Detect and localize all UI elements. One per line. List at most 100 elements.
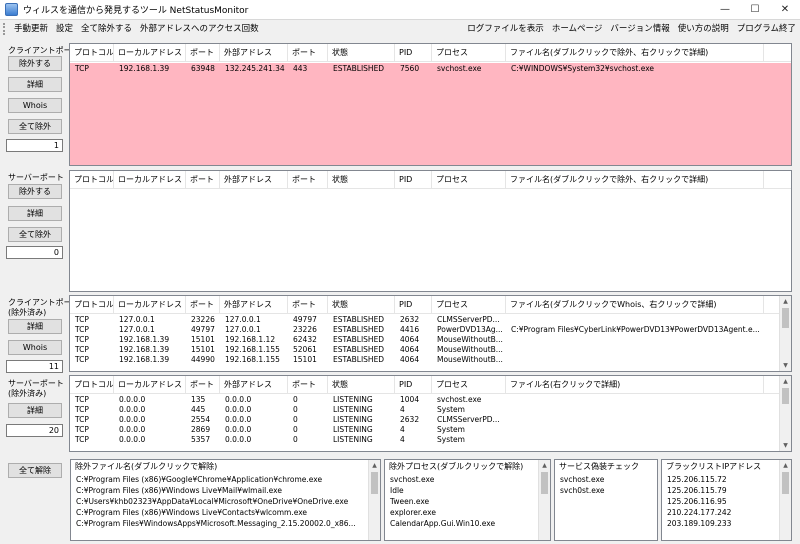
excluded-processes-scrollbar[interactable]: ▲ bbox=[538, 460, 550, 540]
col-filename[interactable]: ファイル名(ダブルクリックでWhois、右クリックで詳細) bbox=[506, 296, 764, 313]
table-row[interactable]: TCP 0.0.0.0 5357 0.0.0.0 0 LISTENING 4 System bbox=[70, 435, 791, 445]
list-item[interactable]: Idle bbox=[385, 485, 550, 496]
menu-manual-refresh[interactable]: 手動更新 bbox=[10, 21, 52, 37]
list-item[interactable]: 125.206.116.95 bbox=[662, 496, 791, 507]
scroll-thumb[interactable] bbox=[782, 388, 789, 404]
list-item[interactable]: C:¥Program Files (x86)¥Windows Live¥Cont… bbox=[71, 507, 380, 518]
scroll-down-icon[interactable]: ▼ bbox=[780, 440, 791, 451]
excluded-files-list[interactable]: 除外ファイル名(ダブルクリックで解除) C:¥Program Files (x8… bbox=[70, 459, 381, 541]
scroll-up-icon[interactable]: ▲ bbox=[780, 460, 791, 471]
col-pid[interactable]: PID bbox=[395, 171, 432, 188]
col-process[interactable]: プロセス bbox=[432, 44, 506, 61]
col-process[interactable]: プロセス bbox=[432, 296, 506, 313]
scroll-up-icon[interactable]: ▲ bbox=[780, 296, 791, 307]
list-item[interactable]: svch0st.exe bbox=[555, 485, 657, 496]
table-row[interactable]: TCP 192.168.1.39 15101 192.168.1.12 62432 EST… bbox=[70, 335, 791, 345]
list-item[interactable]: explorer.exe bbox=[385, 507, 550, 518]
server-excluded-detail-button[interactable]: 詳細 bbox=[8, 403, 62, 418]
col-state[interactable]: 状態 bbox=[328, 296, 395, 313]
col-state[interactable]: 状態 bbox=[328, 44, 395, 61]
col-local-address[interactable]: ローカルアドレス bbox=[114, 44, 186, 61]
server-exclude-button[interactable]: 除外する bbox=[8, 184, 62, 199]
col-local-port[interactable]: ポート bbox=[186, 44, 220, 61]
list-item[interactable]: CalendarApp.Gui.Win10.exe bbox=[385, 518, 550, 529]
list-item[interactable]: 125.206.115.72 bbox=[662, 474, 791, 485]
col-filename[interactable]: ファイル名(ダブルクリックで除外、右クリックで詳細) bbox=[506, 44, 764, 61]
client-whois-button[interactable]: Whois bbox=[8, 98, 62, 113]
col-filename[interactable]: ファイル名(ダブルクリックで除外、右クリックで詳細) bbox=[506, 171, 764, 188]
client-port-table[interactable]: プロトコル ローカルアドレス ポート 外部アドレス ポート 状態 PID プロセ… bbox=[69, 43, 792, 166]
scroll-up-icon[interactable]: ▲ bbox=[369, 460, 380, 471]
table-row[interactable]: TCP 192.168.1.39 44990 192.168.1.155 15101 ES… bbox=[70, 355, 791, 365]
minimize-button[interactable]: — bbox=[710, 0, 740, 20]
server-excluded-count-field[interactable]: 20 bbox=[6, 424, 63, 437]
col-filename[interactable]: ファイル名(右クリックで詳細) bbox=[506, 376, 764, 393]
col-state[interactable]: 状態 bbox=[328, 171, 395, 188]
list-item[interactable]: C:¥Users¥khb02323¥AppData¥Local¥Microsof… bbox=[71, 496, 380, 507]
client-count-field[interactable]: 1 bbox=[6, 139, 63, 152]
list-item[interactable]: 203.189.109.233 bbox=[662, 518, 791, 529]
col-local-port[interactable]: ポート bbox=[186, 376, 220, 393]
scroll-thumb[interactable] bbox=[782, 308, 789, 328]
menu-homepage[interactable]: ホームページ bbox=[548, 21, 607, 37]
excluded-files-scrollbar[interactable]: ▲ bbox=[368, 460, 380, 540]
scroll-down-icon[interactable]: ▼ bbox=[780, 360, 791, 371]
table-row[interactable]: TCP 0.0.0.0 2869 0.0.0.0 0 LISTENING 4 System bbox=[70, 425, 791, 435]
table-row[interactable]: TCP 0.0.0.0 2554 0.0.0.0 0 LISTENING 2632 CLMSS… bbox=[70, 415, 791, 425]
col-local-port[interactable]: ポート bbox=[186, 171, 220, 188]
excluded-processes-list[interactable]: 除外プロセス(ダブルクリックで解除) svchost.exe Idle Tween.… bbox=[384, 459, 551, 541]
blacklist-list[interactable]: ブラックリストIPアドレス 125.206.115.72 125.206.115.… bbox=[661, 459, 792, 541]
menu-exclude-all[interactable]: 全て除外する bbox=[77, 21, 136, 37]
list-item[interactable]: svchost.exe bbox=[385, 474, 550, 485]
server-port-table[interactable]: プロトコル ローカルアドレス ポート 外部アドレス ポート 状態 PID プロセ… bbox=[69, 170, 792, 292]
menu-settings[interactable]: 設定 bbox=[52, 21, 77, 37]
server-excluded-table[interactable]: プロトコル ローカルアドレス ポート 外部アドレス ポート 状態 PID プロセ… bbox=[69, 375, 792, 452]
maximize-button[interactable]: ☐ bbox=[740, 0, 770, 20]
col-remote-address[interactable]: 外部アドレス bbox=[220, 376, 288, 393]
client-exclude-button[interactable]: 除外する bbox=[8, 56, 62, 71]
col-remote-address[interactable]: 外部アドレス bbox=[220, 171, 288, 188]
col-remote-address[interactable]: 外部アドレス bbox=[220, 296, 288, 313]
server-exclude-all-button[interactable]: 全て除外 bbox=[8, 227, 62, 242]
scroll-thumb[interactable] bbox=[541, 472, 548, 494]
client-excluded-table[interactable]: プロトコル ローカルアドレス ポート 外部アドレス ポート 状態 PID プロセ… bbox=[69, 295, 792, 372]
col-protocol[interactable]: プロトコル bbox=[70, 296, 114, 313]
table-row[interactable]: TCP 127.0.0.1 23226 127.0.0.1 49797 ESTABLISH… bbox=[70, 315, 791, 325]
server-detail-button[interactable]: 詳細 bbox=[8, 206, 62, 221]
scroll-up-icon[interactable]: ▲ bbox=[780, 376, 791, 387]
client-excluded-detail-button[interactable]: 詳細 bbox=[8, 319, 62, 334]
col-protocol[interactable]: プロトコル bbox=[70, 171, 114, 188]
client-excluded-scrollbar[interactable]: ▲ ▼ bbox=[779, 296, 791, 371]
col-remote-address[interactable]: 外部アドレス bbox=[220, 44, 288, 61]
col-local-address[interactable]: ローカルアドレス bbox=[114, 376, 186, 393]
col-local-port[interactable]: ポート bbox=[186, 296, 220, 313]
service-check-list[interactable]: サービス偽装チェック svchost.exe svch0st.exe bbox=[554, 459, 658, 541]
menu-exit[interactable]: プログラム終了 bbox=[733, 21, 800, 37]
col-remote-port[interactable]: ポート bbox=[288, 44, 328, 61]
clear-all-button[interactable]: 全て解除 bbox=[8, 463, 62, 478]
col-pid[interactable]: PID bbox=[395, 376, 432, 393]
col-pid[interactable]: PID bbox=[395, 296, 432, 313]
col-remote-port[interactable]: ポート bbox=[288, 376, 328, 393]
list-item[interactable]: 125.206.115.79 bbox=[662, 485, 791, 496]
client-excluded-count-field[interactable]: 11 bbox=[6, 360, 63, 373]
list-item[interactable]: Tween.exe bbox=[385, 496, 550, 507]
scroll-thumb[interactable] bbox=[371, 472, 378, 494]
server-count-field[interactable]: 0 bbox=[6, 246, 63, 259]
table-row[interactable]: TCP 127.0.0.1 49797 127.0.0.1 23226 ESTABLISH… bbox=[70, 325, 791, 335]
scroll-up-icon[interactable]: ▲ bbox=[539, 460, 550, 471]
list-item[interactable]: C:¥Program Files¥WindowsApps¥Microsoft.M… bbox=[71, 518, 380, 529]
client-excluded-whois-button[interactable]: Whois bbox=[8, 340, 62, 355]
col-process[interactable]: プロセス bbox=[432, 376, 506, 393]
table-row[interactable]: TCP 0.0.0.0 445 0.0.0.0 0 LISTENING 4 System bbox=[70, 405, 791, 415]
menu-access-count[interactable]: 外部アドレスへのアクセス回数 bbox=[136, 21, 263, 37]
col-remote-port[interactable]: ポート bbox=[288, 296, 328, 313]
client-exclude-all-button[interactable]: 全て除外 bbox=[8, 119, 62, 134]
list-item[interactable]: C:¥Program Files (x86)¥Google¥Chrome¥App… bbox=[71, 474, 380, 485]
col-local-address[interactable]: ローカルアドレス bbox=[114, 171, 186, 188]
col-process[interactable]: プロセス bbox=[432, 171, 506, 188]
scroll-thumb[interactable] bbox=[782, 472, 789, 494]
menu-version[interactable]: バージョン情報 bbox=[606, 21, 673, 37]
list-item[interactable]: C:¥Program Files (x86)¥Windows Live¥Mail… bbox=[71, 485, 380, 496]
col-protocol[interactable]: プロトコル bbox=[70, 44, 114, 61]
